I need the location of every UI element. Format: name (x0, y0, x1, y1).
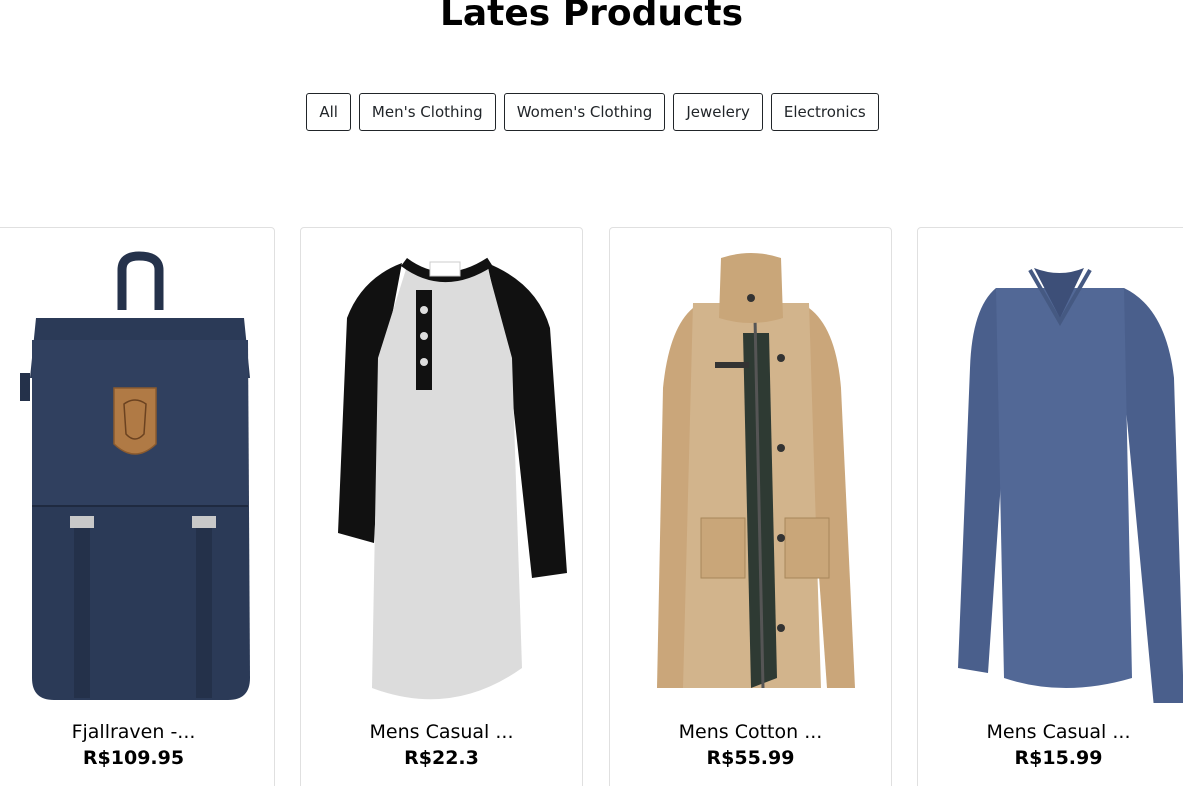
page-title: Lates Products (439, 0, 744, 34)
filter-electronics-button[interactable]: Electronics (770, 93, 879, 131)
product-price: R$15.99 (1014, 747, 1103, 769)
filter-womens-clothing-button[interactable]: Women's Clothing (503, 93, 666, 131)
product-title: Mens Casual ... (369, 721, 514, 743)
filter-all-button[interactable]: All (306, 93, 351, 131)
product-price: R$55.99 (706, 747, 795, 769)
filter-jewelery-button[interactable]: Jewelery (673, 93, 763, 131)
backpack-image[interactable] (0, 248, 274, 703)
product-title: Mens Casual ... (986, 721, 1131, 743)
raglan-tshirt-image[interactable] (301, 248, 582, 703)
category-filter-bar: All Men's Clothing Women's Clothing Jewe… (0, 93, 1183, 131)
product-title: Mens Cotton ... (678, 721, 823, 743)
product-card[interactable]: Mens Casual ... R$22.3 (300, 227, 583, 786)
product-card[interactable]: Fjallraven -... R$109.95 (0, 227, 275, 786)
product-price: R$22.3 (404, 747, 479, 769)
product-card[interactable]: Mens Casual ... R$15.99 (917, 227, 1183, 786)
filter-mens-clothing-button[interactable]: Men's Clothing (358, 93, 496, 131)
slim-fit-shirt-image[interactable] (918, 248, 1183, 703)
product-title: Fjallraven -... (71, 721, 196, 743)
products-page: Lates Products All Men's Clothing Women'… (0, 0, 1183, 786)
product-price: R$109.95 (82, 747, 185, 769)
product-card[interactable]: Mens Cotton ... R$55.99 (609, 227, 892, 786)
cotton-jacket-image[interactable] (610, 248, 891, 703)
